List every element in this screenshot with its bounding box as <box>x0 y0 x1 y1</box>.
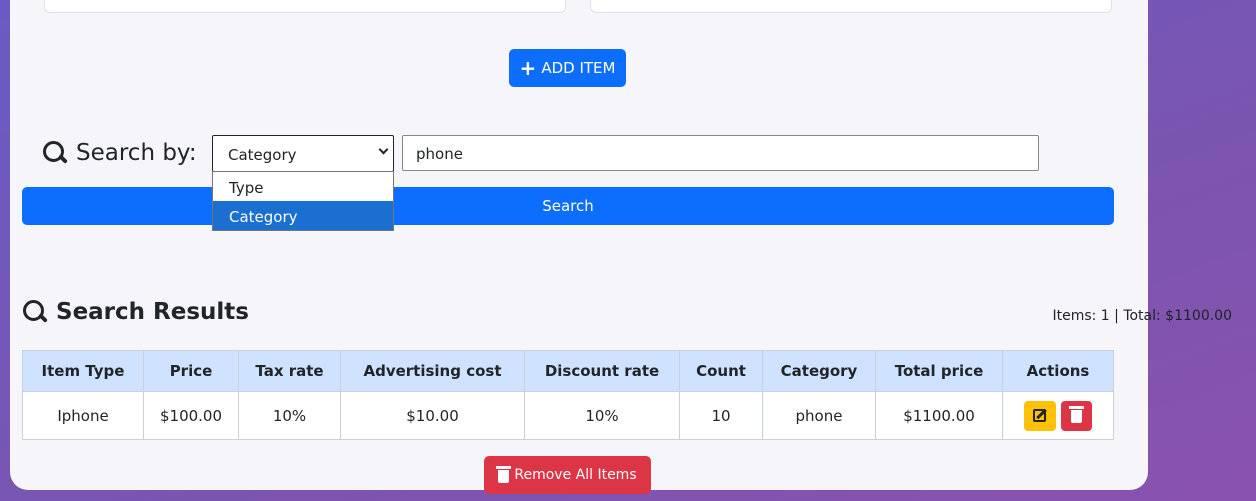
search-input-value: phone <box>416 145 463 163</box>
remove-all-button[interactable]: Remove All Items <box>484 456 651 494</box>
column-header: Item Type <box>22 350 144 392</box>
search-by-label: Search by: <box>42 140 197 166</box>
column-header: Actions <box>1002 350 1114 392</box>
search-field-dropdown: Type Category <box>212 171 394 231</box>
delete-button[interactable] <box>1061 400 1092 431</box>
remove-all-label: Remove All Items <box>514 467 637 483</box>
results-title: Search Results <box>56 299 249 325</box>
column-header: Count <box>679 350 763 392</box>
column-header: Discount rate <box>524 350 680 392</box>
column-header: Advertising cost <box>340 350 525 392</box>
cell-discount-rate: 10% <box>524 391 680 440</box>
cell-tax-rate: 10% <box>238 391 341 440</box>
cell-actions <box>1002 391 1114 440</box>
plus-icon: + <box>519 56 537 80</box>
column-header: Tax rate <box>238 350 341 392</box>
cell-category: phone <box>762 391 876 440</box>
cell-count: 10 <box>679 391 763 440</box>
cell-advertising-cost: $10.00 <box>340 391 525 440</box>
search-by-text: Search by: <box>76 140 197 166</box>
search-field-select[interactable]: Category <box>212 135 394 172</box>
table-row: Iphone $100.00 10% $10.00 10% 10 phone $… <box>22 391 1114 440</box>
column-header: Total price <box>875 350 1003 392</box>
category-input[interactable] <box>44 0 566 13</box>
cell-item-type: Iphone <box>22 391 144 440</box>
search-button[interactable]: Search <box>22 187 1114 225</box>
dropdown-option-category[interactable]: Category <box>213 201 393 230</box>
add-item-label: ADD ITEM <box>541 59 616 77</box>
column-header: Category <box>762 350 876 392</box>
results-summary: Items: 1 | Total: $1100.00 <box>1052 308 1232 324</box>
search-input[interactable]: phone <box>402 135 1039 171</box>
cell-price: $100.00 <box>143 391 239 440</box>
chevron-down-icon <box>378 144 389 155</box>
search-icon <box>42 140 68 166</box>
search-field-value: Category <box>228 146 297 164</box>
search-icon <box>22 299 48 325</box>
count-input[interactable] <box>590 0 1112 13</box>
edit-icon <box>1033 408 1046 422</box>
trash-icon <box>496 466 512 483</box>
results-table: Item Type Price Tax rate Advertising cos… <box>22 350 1114 440</box>
dropdown-option-type[interactable]: Type <box>213 172 393 201</box>
results-heading: Search Results <box>22 299 249 325</box>
add-item-button[interactable]: + ADD ITEM <box>509 49 626 87</box>
cell-total-price: $1100.00 <box>875 391 1003 440</box>
trash-icon <box>1069 405 1084 423</box>
edit-button[interactable] <box>1024 400 1056 431</box>
column-header: Price <box>143 350 239 392</box>
search-button-label: Search <box>542 197 594 215</box>
